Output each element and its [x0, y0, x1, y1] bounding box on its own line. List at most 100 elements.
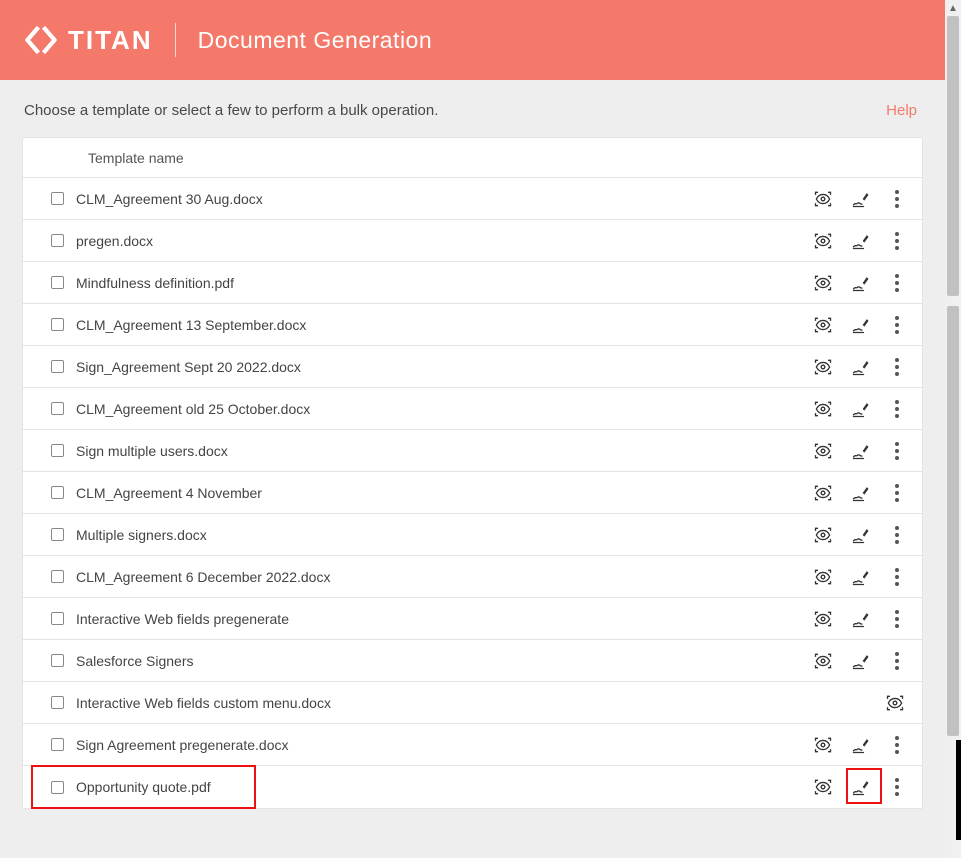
row-actions — [812, 650, 906, 672]
subheader: Choose a template or select a few to per… — [0, 80, 945, 137]
template-name[interactable]: Interactive Web fields pregenerate — [76, 611, 812, 627]
template-name[interactable]: Sign multiple users.docx — [76, 443, 812, 459]
row-actions — [812, 566, 906, 588]
scrollbar-thumb[interactable] — [947, 306, 959, 736]
row-checkbox[interactable] — [51, 570, 64, 583]
more-menu-icon[interactable] — [888, 482, 906, 504]
sign-icon[interactable] — [850, 566, 872, 588]
more-menu-icon[interactable] — [888, 734, 906, 756]
row-checkbox[interactable] — [51, 318, 64, 331]
sign-icon[interactable] — [850, 188, 872, 210]
template-name[interactable]: CLM_Agreement 6 December 2022.docx — [76, 569, 812, 585]
row-checkbox[interactable] — [51, 276, 64, 289]
row-checkbox[interactable] — [51, 612, 64, 625]
table-row: Multiple signers.docx — [23, 514, 922, 556]
brand-name: TITAN — [68, 25, 153, 56]
template-name[interactable]: CLM_Agreement 30 Aug.docx — [76, 191, 812, 207]
preview-icon[interactable] — [812, 356, 834, 378]
preview-icon[interactable] — [812, 776, 834, 798]
row-actions — [884, 692, 906, 714]
scrollbar-thumb[interactable] — [947, 16, 959, 296]
help-link[interactable]: Help — [886, 102, 917, 119]
preview-icon[interactable] — [812, 272, 834, 294]
scrollbar-up-arrow-icon[interactable]: ▲ — [945, 0, 961, 16]
preview-icon[interactable] — [812, 314, 834, 336]
table-header-row: Template name — [23, 138, 922, 178]
template-name[interactable]: Opportunity quote.pdf — [76, 779, 812, 795]
row-checkbox[interactable] — [51, 738, 64, 751]
template-name[interactable]: CLM_Agreement 4 November — [76, 485, 812, 501]
row-actions — [812, 314, 906, 336]
table-row: Sign_Agreement Sept 20 2022.docx — [23, 346, 922, 388]
preview-icon[interactable] — [812, 482, 834, 504]
template-name[interactable]: pregen.docx — [76, 233, 812, 249]
sign-icon[interactable] — [850, 776, 872, 798]
row-checkbox[interactable] — [51, 192, 64, 205]
more-menu-icon[interactable] — [888, 608, 906, 630]
table-row: CLM_Agreement 13 September.docx — [23, 304, 922, 346]
sign-icon[interactable] — [850, 440, 872, 462]
row-checkbox[interactable] — [51, 486, 64, 499]
sign-icon[interactable] — [850, 272, 872, 294]
row-checkbox[interactable] — [51, 402, 64, 415]
row-checkbox[interactable] — [51, 781, 64, 794]
page-scrollbar[interactable]: ▲ — [945, 0, 961, 858]
preview-icon[interactable] — [812, 608, 834, 630]
preview-icon[interactable] — [812, 440, 834, 462]
more-menu-icon[interactable] — [888, 440, 906, 462]
more-menu-icon[interactable] — [888, 398, 906, 420]
preview-icon[interactable] — [812, 524, 834, 546]
row-checkbox[interactable] — [51, 528, 64, 541]
template-name[interactable]: Sign Agreement pregenerate.docx — [76, 737, 812, 753]
preview-icon[interactable] — [812, 230, 834, 252]
template-name[interactable]: Mindfulness definition.pdf — [76, 275, 812, 291]
preview-icon[interactable] — [812, 734, 834, 756]
template-name[interactable]: Salesforce Signers — [76, 653, 812, 669]
sign-icon[interactable] — [850, 650, 872, 672]
more-menu-icon[interactable] — [888, 230, 906, 252]
template-name[interactable]: CLM_Agreement 13 September.docx — [76, 317, 812, 333]
more-menu-icon[interactable] — [888, 356, 906, 378]
sign-icon[interactable] — [850, 524, 872, 546]
sign-icon[interactable] — [850, 314, 872, 336]
sign-icon[interactable] — [850, 734, 872, 756]
scrollbar-track[interactable] — [945, 16, 961, 842]
table-row: Opportunity quote.pdf — [23, 766, 922, 808]
more-menu-icon[interactable] — [888, 188, 906, 210]
template-name[interactable]: Multiple signers.docx — [76, 527, 812, 543]
sign-icon[interactable] — [850, 482, 872, 504]
sign-icon[interactable] — [850, 398, 872, 420]
preview-icon[interactable] — [812, 398, 834, 420]
table-row: pregen.docx — [23, 220, 922, 262]
table-row: CLM_Agreement 6 December 2022.docx — [23, 556, 922, 598]
page-title: Document Generation — [198, 27, 433, 54]
row-checkbox[interactable] — [51, 654, 64, 667]
more-menu-icon[interactable] — [888, 650, 906, 672]
table-row: Sign Agreement pregenerate.docx — [23, 724, 922, 766]
more-menu-icon[interactable] — [888, 314, 906, 336]
row-checkbox[interactable] — [51, 360, 64, 373]
brand-logomark-icon — [24, 23, 58, 57]
row-checkbox[interactable] — [51, 234, 64, 247]
more-menu-icon[interactable] — [888, 566, 906, 588]
row-checkbox[interactable] — [51, 444, 64, 457]
more-menu-icon[interactable] — [888, 524, 906, 546]
more-menu-icon[interactable] — [888, 272, 906, 294]
scrollbar-marker — [956, 740, 961, 840]
sign-icon[interactable] — [850, 230, 872, 252]
preview-icon[interactable] — [812, 650, 834, 672]
preview-icon[interactable] — [812, 566, 834, 588]
table-row: CLM_Agreement 30 Aug.docx — [23, 178, 922, 220]
more-menu-icon[interactable] — [888, 776, 906, 798]
sign-icon[interactable] — [850, 608, 872, 630]
table-row: CLM_Agreement old 25 October.docx — [23, 388, 922, 430]
sign-icon[interactable] — [850, 356, 872, 378]
template-name[interactable]: Interactive Web fields custom menu.docx — [76, 695, 884, 711]
table-row: Interactive Web fields custom menu.docx — [23, 682, 922, 724]
preview-icon[interactable] — [884, 692, 906, 714]
template-name[interactable]: Sign_Agreement Sept 20 2022.docx — [76, 359, 812, 375]
template-name[interactable]: CLM_Agreement old 25 October.docx — [76, 401, 812, 417]
row-checkbox[interactable] — [51, 696, 64, 709]
preview-icon[interactable] — [812, 188, 834, 210]
row-actions — [812, 356, 906, 378]
